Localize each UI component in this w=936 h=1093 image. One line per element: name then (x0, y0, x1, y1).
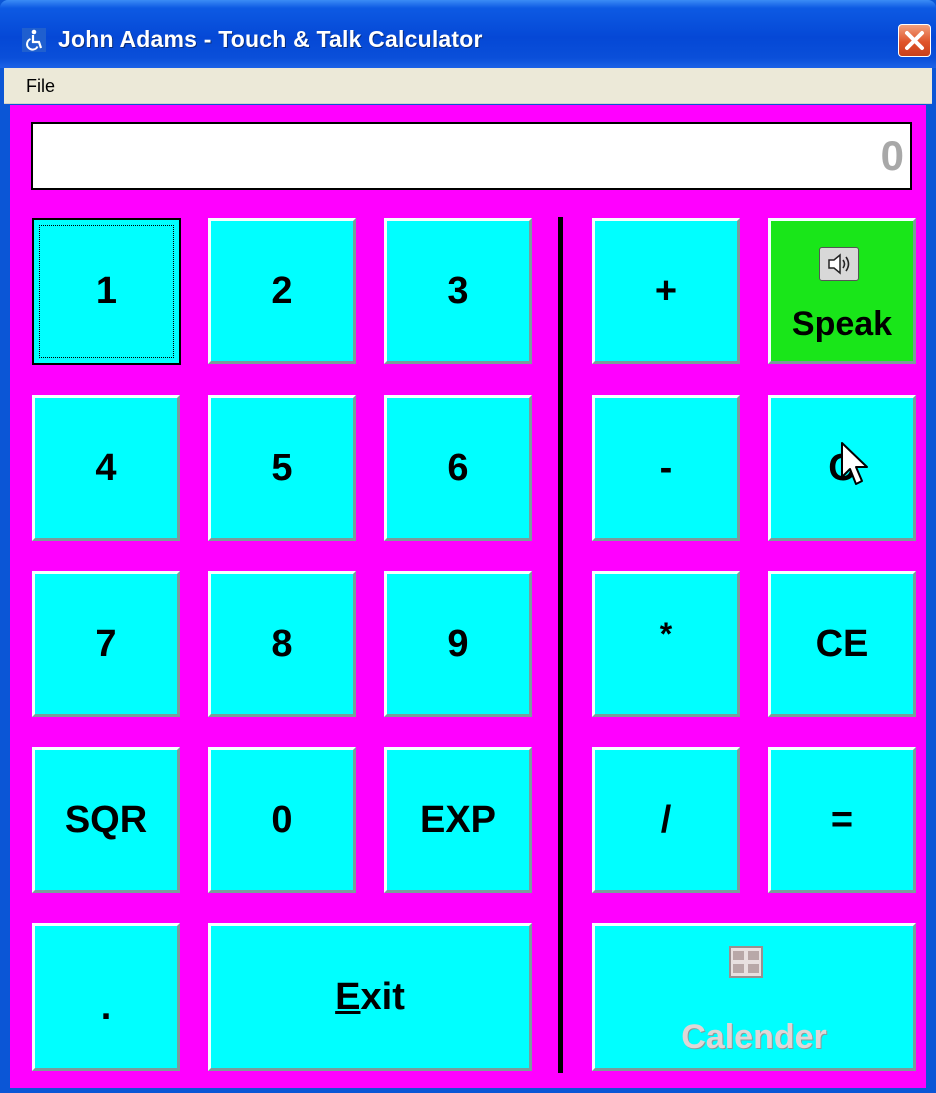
key-4-button[interactable]: 4 (32, 395, 180, 541)
key-6-button[interactable]: 6 (384, 395, 532, 541)
app-window: John Adams - Touch & Talk Calculator Fil… (0, 0, 936, 1093)
key-label: SQR (64, 798, 148, 841)
exit-label: Exit (335, 976, 405, 1019)
key-label: 9 (447, 622, 469, 665)
exit-label-rest: xit (360, 975, 405, 1018)
wheelchair-icon (22, 28, 46, 52)
key-label: 7 (95, 622, 117, 665)
menu-file[interactable]: File (26, 76, 55, 97)
speak-label: Speak (791, 305, 893, 343)
key-8-button[interactable]: 8 (208, 571, 356, 717)
key-label: 4 (95, 446, 117, 489)
minus-button[interactable]: - (592, 395, 740, 541)
mouse-cursor-icon (841, 442, 868, 485)
window-title: John Adams - Touch & Talk Calculator (58, 26, 483, 52)
key-label: . (100, 985, 112, 1028)
calendar-button[interactable]: Calender (592, 923, 916, 1071)
key-label: 3 (447, 269, 469, 312)
key-1-button[interactable]: 1 (32, 218, 181, 365)
speak-button[interactable]: Speak (768, 218, 916, 364)
key-label: 0 (271, 798, 293, 841)
key-0-button[interactable]: 0 (208, 747, 356, 893)
key-5-button[interactable]: 5 (208, 395, 356, 541)
key-2-button[interactable]: 2 (208, 218, 356, 364)
key-label: + (654, 269, 678, 312)
clear-entry-button[interactable]: CE (768, 571, 916, 717)
calendar-icon (729, 946, 763, 978)
key-label: CE (815, 622, 869, 665)
key-label: * (659, 615, 673, 652)
decimal-point-button[interactable]: . (32, 923, 180, 1071)
key-label: - (659, 446, 673, 489)
calculator-panel: 0 1 2 3 4 5 6 7 8 9 SQR 0 EXP . Exit + S… (10, 105, 926, 1088)
exp-button[interactable]: EXP (384, 747, 532, 893)
key-9-button[interactable]: 9 (384, 571, 532, 717)
divide-button[interactable]: / (592, 747, 740, 893)
equals-button[interactable]: = (768, 747, 916, 893)
vertical-divider (558, 217, 563, 1073)
close-icon (905, 31, 924, 50)
key-7-button[interactable]: 7 (32, 571, 180, 717)
key-label: 6 (447, 446, 469, 489)
key-label: 1 (95, 270, 118, 312)
close-button[interactable] (898, 24, 931, 57)
key-label: 8 (271, 622, 293, 665)
key-label: = (830, 798, 854, 841)
exit-mnemonic: E (335, 975, 361, 1018)
menu-bar: File (4, 68, 932, 104)
exit-button[interactable]: Exit (208, 923, 532, 1071)
key-label: EXP (419, 798, 497, 841)
plus-button[interactable]: + (592, 218, 740, 364)
key-label: 2 (271, 269, 293, 312)
title-bar[interactable]: John Adams - Touch & Talk Calculator (0, 0, 936, 68)
key-label: / (660, 798, 672, 841)
sqr-button[interactable]: SQR (32, 747, 180, 893)
multiply-button[interactable]: * (592, 571, 740, 717)
speaker-icon (819, 247, 859, 281)
key-label: 5 (271, 446, 293, 489)
display-field: 0 (31, 122, 912, 190)
key-3-button[interactable]: 3 (384, 218, 532, 364)
display-value: 0 (880, 132, 904, 179)
calendar-label: Calender (681, 1018, 827, 1056)
